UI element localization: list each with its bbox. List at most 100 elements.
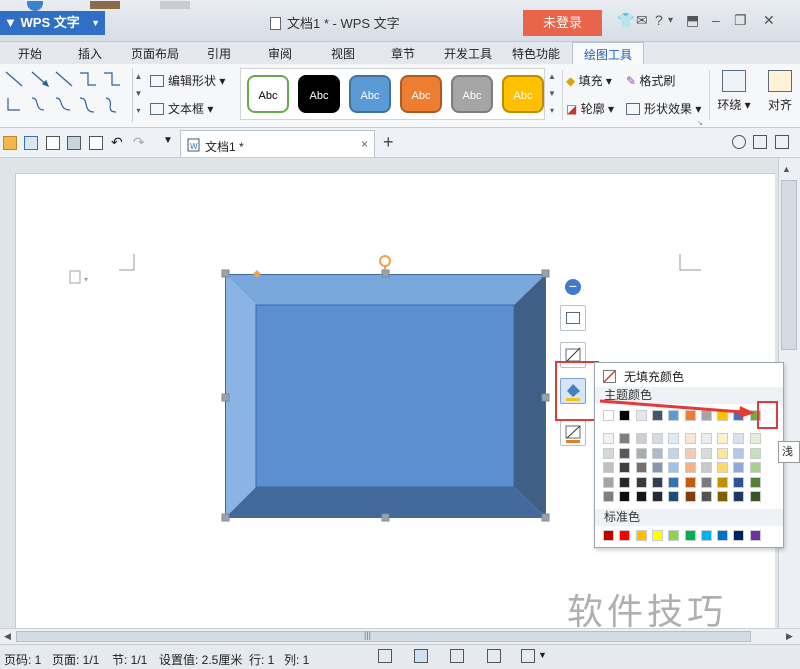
style-preset-6[interactable]: Abc [502, 75, 544, 113]
shape-effects-button[interactable]: 形状效果 ▾ [626, 100, 701, 117]
wrap-button[interactable]: 环绕 ▾ [716, 70, 752, 113]
outline-color-button[interactable] [560, 420, 586, 446]
theme-shade-swatch[interactable] [635, 491, 647, 502]
dialog-launcher-icon[interactable]: ↘ [697, 119, 703, 127]
theme-shade-swatch[interactable] [749, 491, 761, 502]
theme-shade-swatch[interactable] [619, 433, 631, 444]
view-dropdown-icon[interactable]: ▼ [538, 650, 547, 660]
web-view-icon[interactable] [487, 649, 501, 663]
theme-shade-swatch[interactable] [603, 476, 614, 488]
theme-shade-swatch[interactable] [668, 447, 680, 459]
align-button[interactable]: 对齐 [762, 70, 798, 113]
horizontal-scroll-thumb[interactable] [16, 631, 751, 642]
feedback-icon[interactable]: ✉ [636, 12, 648, 29]
undo-icon[interactable]: ↶ [111, 134, 125, 150]
help-dropdown-icon[interactable]: ▾ [668, 15, 673, 26]
style-gallery-scroll[interactable]: ▲ ▼ ▾ [546, 68, 558, 120]
standard-color-swatch[interactable] [635, 530, 647, 541]
tab-view[interactable]: 视图 [331, 45, 355, 62]
print-preview-icon[interactable] [89, 136, 103, 150]
standard-color-swatch[interactable] [668, 530, 680, 541]
close-icon[interactable]: ✕ [763, 12, 775, 29]
standard-color-swatch[interactable] [603, 530, 614, 541]
theme-shade-swatch[interactable] [619, 462, 631, 473]
outline-view-icon[interactable] [450, 649, 464, 663]
redo-icon[interactable]: ↷ [133, 134, 147, 150]
standard-color-swatch[interactable] [717, 530, 729, 541]
customize-toolbar-icon[interactable]: ▼ [163, 135, 177, 149]
status-page-num[interactable]: 页码: 1 [4, 651, 41, 668]
theme-shade-swatch[interactable] [635, 433, 647, 444]
standard-color-swatch[interactable] [619, 530, 631, 541]
skin-icon[interactable]: 👕 [617, 12, 634, 29]
theme-shade-swatch[interactable] [619, 491, 631, 502]
cloud-icon[interactable] [732, 135, 746, 149]
reading-mode-icon[interactable] [521, 649, 535, 663]
document-tab-close-icon[interactable]: × [361, 137, 368, 151]
no-fill-option[interactable]: 无填充颜色 [603, 368, 684, 385]
minimize-ribbon-icon[interactable]: ⬒ [686, 12, 699, 29]
tab-review[interactable]: 审阅 [268, 45, 292, 62]
standard-color-swatch[interactable] [651, 530, 663, 541]
export-pdf-icon[interactable] [46, 136, 60, 150]
theme-shade-swatch[interactable] [733, 433, 745, 444]
theme-shade-swatch[interactable] [619, 447, 631, 459]
tab-insert[interactable]: 插入 [78, 45, 102, 62]
new-tab-icon[interactable]: + [383, 132, 394, 153]
wps-logo-menu[interactable]: ▼ WPS 文字 ▼ [0, 11, 105, 35]
theme-shade-swatch[interactable] [717, 433, 729, 444]
theme-shade-swatch[interactable] [717, 491, 729, 502]
tab-chapter[interactable]: 章节 [391, 45, 415, 62]
theme-shade-swatch[interactable] [684, 433, 696, 444]
scroll-left-icon[interactable]: ◀ [4, 631, 11, 642]
style-preset-3[interactable]: Abc [349, 75, 391, 113]
theme-shade-swatch[interactable] [668, 462, 680, 473]
style-preset-2[interactable]: Abc [298, 75, 340, 113]
theme-shade-swatch[interactable] [651, 447, 663, 459]
theme-shade-swatch[interactable] [717, 476, 729, 488]
tab-references[interactable]: 引用 [207, 45, 231, 62]
horizontal-scrollbar[interactable]: ◀ ||| ▶ [0, 628, 800, 644]
theme-shade-swatch[interactable] [700, 447, 712, 459]
scroll-up-icon[interactable]: ▲ [782, 164, 791, 174]
theme-shade-swatch[interactable] [668, 491, 680, 502]
focus-mode-icon[interactable] [378, 649, 392, 663]
scroll-right-icon[interactable]: ▶ [786, 631, 793, 642]
theme-shade-swatch[interactable] [717, 462, 729, 473]
edit-shape-button[interactable]: 编辑形状 ▾ [150, 72, 225, 89]
theme-shade-swatch[interactable] [603, 447, 614, 459]
layout-icon[interactable] [753, 135, 767, 149]
theme-shade-swatch[interactable] [684, 447, 696, 459]
theme-shade-swatch[interactable] [749, 462, 761, 473]
theme-shade-swatch[interactable] [635, 447, 647, 459]
theme-shade-swatch[interactable] [749, 476, 761, 488]
theme-shade-swatch[interactable] [749, 447, 761, 459]
standard-color-swatch[interactable] [684, 530, 696, 541]
restore-icon[interactable]: ❐ [734, 12, 747, 29]
theme-shade-swatch[interactable] [700, 462, 712, 473]
print-icon[interactable] [67, 136, 81, 150]
theme-shade-swatch[interactable] [603, 491, 614, 502]
tab-special[interactable]: 特色功能 [512, 45, 560, 62]
open-icon[interactable] [3, 136, 17, 150]
theme-shade-swatch[interactable] [733, 447, 745, 459]
theme-shade-swatch[interactable] [651, 476, 663, 488]
standard-color-swatch[interactable] [700, 530, 712, 541]
theme-shade-swatch[interactable] [651, 433, 663, 444]
theme-shade-swatch[interactable] [684, 476, 696, 488]
theme-shade-swatch[interactable] [684, 462, 696, 473]
theme-shade-swatch[interactable] [651, 491, 663, 502]
theme-shade-swatch[interactable] [619, 476, 631, 488]
theme-shade-swatch[interactable] [635, 462, 647, 473]
theme-shade-swatch[interactable] [733, 462, 745, 473]
theme-shade-swatch[interactable] [668, 476, 680, 488]
theme-shade-swatch[interactable] [651, 462, 663, 473]
style-preset-1[interactable]: Abc [247, 75, 289, 113]
outline-button[interactable]: ◪ 轮廓 ▾ [566, 100, 614, 117]
save-icon[interactable] [24, 136, 38, 150]
theme-shade-swatch[interactable] [700, 433, 712, 444]
theme-shade-swatch[interactable] [635, 476, 647, 488]
gallery-scroll[interactable]: ▲ ▼ ▾ [132, 68, 144, 122]
tab-home[interactable]: 开始 [18, 45, 42, 62]
theme-shade-swatch[interactable] [603, 462, 614, 473]
